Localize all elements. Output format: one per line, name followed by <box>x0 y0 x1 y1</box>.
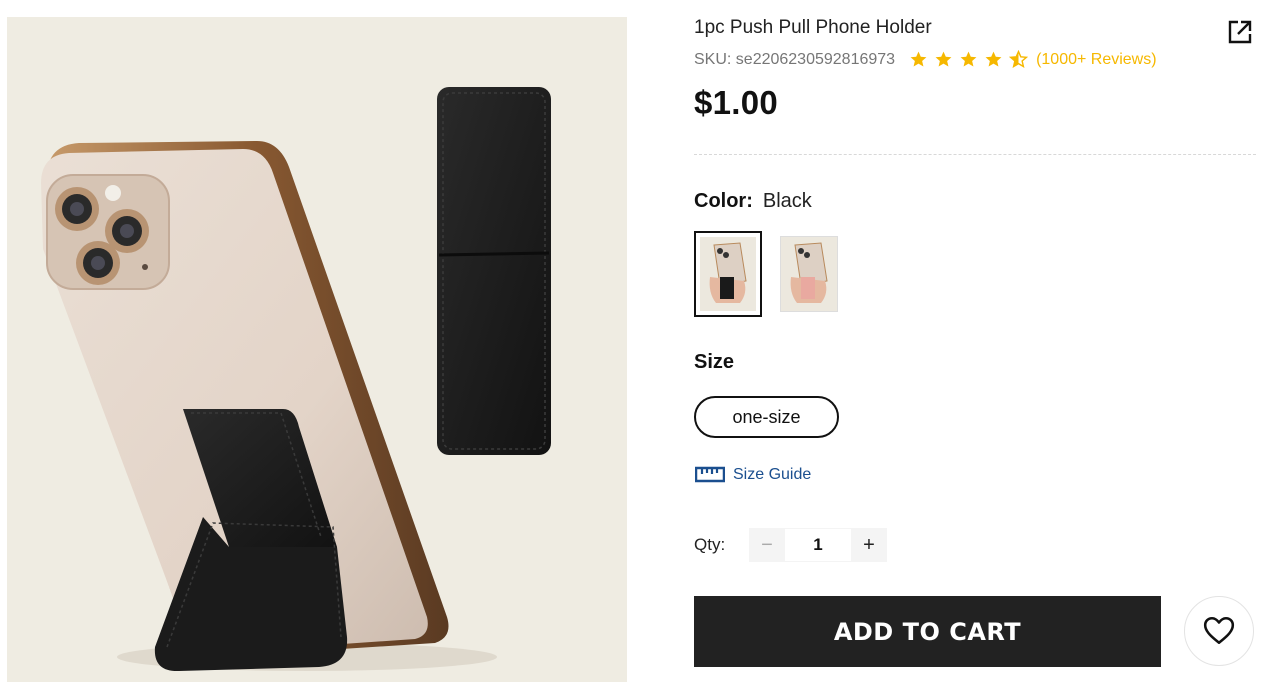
qty-increase-button[interactable]: + <box>851 528 887 562</box>
color-selected-value: Black <box>762 190 812 212</box>
color-swatch-black[interactable] <box>694 231 762 317</box>
product-image[interactable] <box>7 17 627 682</box>
product-info-panel: 1pc Push Pull Phone Holder SKU: se220623… <box>694 0 1264 682</box>
sku-text: SKU: se2206230592816973 <box>694 50 896 68</box>
qty-decrease-button[interactable]: − <box>749 528 785 562</box>
qty-input[interactable] <box>785 528 851 562</box>
sku-rating-row: SKU: se2206230592816973 (1000+ Reviews) <box>694 50 1157 69</box>
color-label: Color: <box>694 190 753 212</box>
size-label: Size <box>694 351 735 373</box>
size-option-one-size[interactable]: one-size <box>694 396 839 438</box>
star-icon <box>910 51 927 67</box>
phone-holder-photo <box>7 17 627 682</box>
ruler-icon <box>695 466 725 483</box>
share-external-icon[interactable] <box>1227 19 1253 45</box>
star-icon <box>935 51 952 67</box>
half-star-icon <box>1009 50 1029 69</box>
wishlist-button[interactable] <box>1184 596 1254 666</box>
heart-icon <box>1203 616 1235 644</box>
size-guide-label: Size Guide <box>733 466 812 483</box>
product-title: 1pc Push Pull Phone Holder <box>694 17 932 38</box>
color-label-row: Color: Black <box>694 190 812 213</box>
add-to-cart-button[interactable]: ADD TO CART <box>694 596 1161 667</box>
qty-label: Qty: <box>694 535 726 554</box>
color-swatch-pink[interactable] <box>780 236 838 312</box>
rating-stars[interactable]: (1000+ Reviews) <box>909 50 1157 69</box>
star-icon <box>960 51 977 67</box>
swatch-pink-image <box>781 237 837 311</box>
size-guide-link[interactable]: Size Guide <box>695 465 811 485</box>
swatch-black-image <box>700 237 756 311</box>
divider <box>694 154 1256 155</box>
reviews-link[interactable]: (1000+ Reviews) <box>1036 51 1157 69</box>
star-icon <box>985 51 1002 67</box>
product-price: $1.00 <box>694 84 779 121</box>
